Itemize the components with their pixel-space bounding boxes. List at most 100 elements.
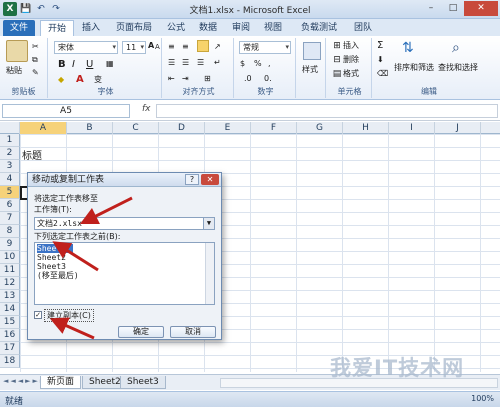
column-header[interactable]: C	[113, 122, 159, 134]
formula-input[interactable]	[156, 104, 498, 118]
tab-home[interactable]: 开始	[40, 20, 74, 36]
decrease-decimal-button[interactable]: 0.	[264, 74, 272, 83]
delete-cells-button[interactable]: ⊟ 删除	[331, 54, 359, 66]
column-header[interactable]: I	[389, 122, 435, 134]
format-cells-button[interactable]: ▤ 格式	[331, 68, 359, 80]
border-icon[interactable]: ▦	[106, 59, 114, 68]
row-header[interactable]: 15	[0, 316, 20, 329]
column-header[interactable]: A	[20, 122, 67, 134]
row-header[interactable]: 6	[0, 199, 20, 212]
align-center-icon[interactable]: ☰	[182, 58, 189, 67]
sheet-list[interactable]: Sheet1 Sheet2 Sheet3 (移至最后)	[34, 242, 215, 305]
merge-center-icon[interactable]: ⊞	[204, 74, 211, 83]
column-header[interactable]: D	[159, 122, 205, 134]
styles-icon[interactable]	[303, 42, 321, 60]
maximize-button[interactable]: □	[442, 1, 464, 16]
help-button[interactable]: ?	[185, 174, 199, 185]
tab-data[interactable]: 数据	[195, 20, 221, 36]
zoom-level[interactable]: 100%	[471, 394, 494, 403]
row-header[interactable]: 2	[0, 147, 20, 160]
row-header[interactable]: 1	[0, 134, 20, 147]
copy-icon[interactable]: ⧉	[32, 55, 38, 65]
grow-font-button[interactable]: A	[148, 41, 154, 50]
row-header[interactable]: 8	[0, 225, 20, 238]
clear-icon[interactable]: ⌫	[377, 69, 388, 78]
bold-button[interactable]: B	[58, 59, 66, 70]
font-size-select[interactable]: 11 ▾	[122, 41, 146, 54]
row-header[interactable]: 9	[0, 238, 20, 251]
cancel-button[interactable]: 取消	[170, 326, 216, 338]
tab-insert[interactable]: 插入	[78, 20, 104, 36]
align-left-icon[interactable]: ☰	[168, 58, 175, 67]
column-header[interactable]: G	[297, 122, 343, 134]
paste-button[interactable]: 粘贴	[6, 65, 22, 76]
tab-page-layout[interactable]: 页面布局	[110, 20, 158, 36]
tab-review[interactable]: 审阅	[228, 20, 254, 36]
percent-button[interactable]: %	[254, 59, 262, 68]
sheet-tab-active[interactable]: 新页面	[40, 376, 82, 389]
fill-icon[interactable]: ⬇	[377, 55, 384, 64]
row-header[interactable]: 13	[0, 290, 20, 303]
column-header[interactable]: E	[205, 122, 251, 134]
tab-team[interactable]: 团队	[350, 20, 376, 36]
close-button[interactable]: ✕	[464, 1, 498, 16]
column-header[interactable]: B	[67, 122, 113, 134]
wrap-text-icon[interactable]: ↵	[214, 58, 221, 67]
tab-view[interactable]: 视图	[260, 20, 286, 36]
styles-button[interactable]: 样式	[302, 64, 318, 75]
phonetic-button[interactable]: 变	[94, 74, 102, 85]
tab-load-test[interactable]: 负载测试	[295, 20, 343, 36]
tab-file[interactable]: 文件	[3, 20, 35, 36]
italic-button[interactable]: I	[72, 59, 75, 70]
sort-filter-button[interactable]: 排序和筛选	[394, 62, 434, 73]
align-right-icon[interactable]: ☰	[197, 58, 204, 67]
row-header[interactable]: 12	[0, 277, 20, 290]
insert-function-icon[interactable]: fx	[142, 104, 151, 114]
cell-a1[interactable]: 标题	[22, 147, 42, 162]
row-header[interactable]: 4	[0, 173, 20, 186]
row-header[interactable]: 11	[0, 264, 20, 277]
sort-filter-icon[interactable]: ⇅	[402, 40, 414, 56]
increase-indent-icon[interactable]: ⇥	[182, 74, 189, 83]
cut-icon[interactable]: ✂	[32, 42, 39, 51]
ok-button[interactable]: 确定	[118, 326, 164, 338]
tab-formulas[interactable]: 公式	[163, 20, 189, 36]
row-header[interactable]: 16	[0, 329, 20, 342]
number-format-select[interactable]: 常规 ▾	[239, 41, 291, 54]
font-name-select[interactable]: 宋体 ▾	[54, 41, 118, 54]
insert-cells-button[interactable]: ⊞ 插入	[331, 40, 359, 52]
underline-button[interactable]: U	[86, 59, 93, 70]
row-header[interactable]: 10	[0, 251, 20, 264]
list-scrollbar[interactable]	[205, 243, 214, 304]
workbook-select[interactable]: 文档2.xlsx ▼	[34, 217, 215, 230]
increase-decimal-button[interactable]: .0	[244, 74, 252, 83]
orientation-icon[interactable]: ↗	[214, 42, 221, 51]
align-top-icon[interactable]: ≡	[168, 42, 175, 51]
row-header[interactable]: 18	[0, 355, 20, 368]
comma-button[interactable]: ,	[268, 59, 271, 68]
autosum-button[interactable]: Σ	[377, 40, 383, 51]
shrink-font-button[interactable]: A	[155, 43, 160, 51]
sheet-list-item[interactable]: Sheet3	[37, 262, 66, 271]
column-header[interactable]: H	[343, 122, 389, 134]
minimize-button[interactable]: –	[420, 1, 442, 16]
align-bottom-icon[interactable]	[197, 40, 209, 52]
sheet-list-item[interactable]: Sheet1	[37, 244, 73, 253]
row-header[interactable]: 7	[0, 212, 20, 225]
sheet-list-item[interactable]: Sheet2	[37, 253, 66, 262]
row-header[interactable]: 3	[0, 160, 20, 173]
name-box[interactable]: A5	[2, 104, 130, 118]
column-header[interactable]: J	[435, 122, 481, 134]
align-middle-icon[interactable]: ≡	[182, 42, 189, 51]
binoculars-icon[interactable]: ⌕	[452, 40, 460, 56]
row-header[interactable]: 17	[0, 342, 20, 355]
row-header[interactable]: 14	[0, 303, 20, 316]
create-copy-label[interactable]: 建立副本(C)	[44, 309, 94, 322]
column-header[interactable]: F	[251, 122, 297, 134]
format-painter-icon[interactable]: ✎	[32, 68, 39, 77]
sheet-list-item[interactable]: (移至最后)	[37, 271, 79, 280]
decrease-indent-icon[interactable]: ⇤	[168, 74, 175, 83]
chevron-down-icon[interactable]: ▼	[203, 218, 214, 229]
paste-icon[interactable]	[6, 40, 28, 62]
font-color-button[interactable]: A	[76, 74, 84, 85]
